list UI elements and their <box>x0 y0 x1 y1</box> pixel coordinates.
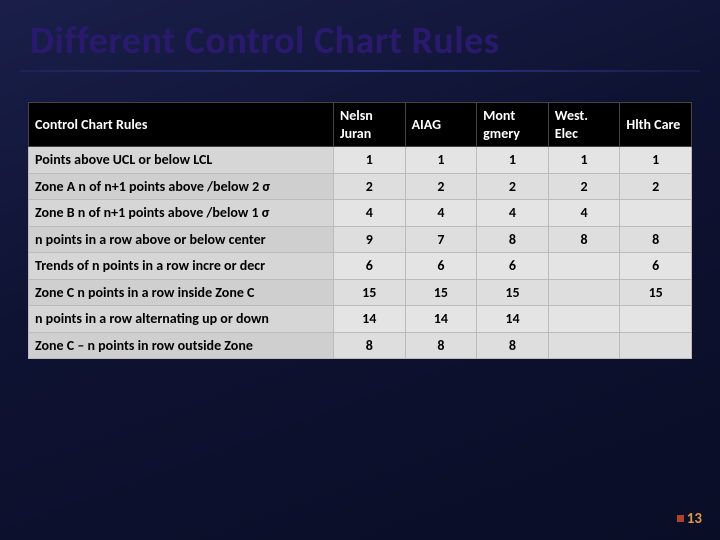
rule-value: 15 <box>620 279 692 306</box>
rule-value: 7 <box>405 226 477 253</box>
rule-value: 2 <box>548 173 620 200</box>
rule-value: 9 <box>333 226 405 253</box>
rule-label: Zone C n points in a row inside Zone C <box>29 279 334 306</box>
rule-label: n points in a row above or below center <box>29 226 334 253</box>
rule-value <box>548 253 620 280</box>
bullet-icon <box>677 515 684 522</box>
table-row: Zone B n of n+1 points above /below 1 σ4… <box>29 200 692 227</box>
rule-value: 14 <box>477 306 549 333</box>
table-row: Zone C n points in a row inside Zone C15… <box>29 279 692 306</box>
rule-value: 2 <box>333 173 405 200</box>
rule-value: 4 <box>548 200 620 227</box>
page-number-text: 13 <box>687 510 702 528</box>
header-col-4: Hlth Care <box>620 103 692 147</box>
rule-value: 14 <box>405 306 477 333</box>
rule-value: 8 <box>477 332 549 359</box>
table-row: Points above UCL or below LCL11111 <box>29 147 692 174</box>
rule-value: 4 <box>405 200 477 227</box>
rule-value <box>620 332 692 359</box>
table-row: Trends of n points in a row incre or dec… <box>29 253 692 280</box>
rule-value: 6 <box>620 253 692 280</box>
rule-value: 14 <box>333 306 405 333</box>
header-col-2: Mont gmery <box>477 103 549 147</box>
rule-label: Trends of n points in a row incre or dec… <box>29 253 334 280</box>
rule-value: 2 <box>405 173 477 200</box>
rules-table: Control Chart Rules Nelsn Juran AIAG Mon… <box>28 102 692 359</box>
rule-value: 8 <box>548 226 620 253</box>
rule-value: 8 <box>333 332 405 359</box>
table-row: Zone A n of n+1 points above /below 2 σ2… <box>29 173 692 200</box>
rule-label: Zone B n of n+1 points above /below 1 σ <box>29 200 334 227</box>
rule-value: 2 <box>620 173 692 200</box>
rule-value: 1 <box>548 147 620 174</box>
title-underline <box>20 70 700 72</box>
rule-value: 15 <box>333 279 405 306</box>
rule-value: 15 <box>477 279 549 306</box>
rule-value: 6 <box>477 253 549 280</box>
rules-table-container: Control Chart Rules Nelsn Juran AIAG Mon… <box>28 102 692 359</box>
rule-value: 1 <box>405 147 477 174</box>
rule-value: 15 <box>405 279 477 306</box>
rule-value: 4 <box>477 200 549 227</box>
rule-value <box>548 306 620 333</box>
rule-value <box>548 279 620 306</box>
rule-value: 6 <box>405 253 477 280</box>
rule-value: 8 <box>620 226 692 253</box>
table-header-row: Control Chart Rules Nelsn Juran AIAG Mon… <box>29 103 692 147</box>
rule-label: n points in a row alternating up or down <box>29 306 334 333</box>
table-row: n points in a row above or below center9… <box>29 226 692 253</box>
table-row: Zone C – n points in row outside Zone888 <box>29 332 692 359</box>
table-row: n points in a row alternating up or down… <box>29 306 692 333</box>
header-col-3: West. Elec <box>548 103 620 147</box>
header-col-1: AIAG <box>405 103 477 147</box>
rule-value: 2 <box>477 173 549 200</box>
header-rule: Control Chart Rules <box>29 103 334 147</box>
rule-value: 8 <box>405 332 477 359</box>
header-col-0: Nelsn Juran <box>333 103 405 147</box>
rule-value: 4 <box>333 200 405 227</box>
rule-value <box>548 332 620 359</box>
rule-label: Zone C – n points in row outside Zone <box>29 332 334 359</box>
rule-value: 8 <box>477 226 549 253</box>
rule-value: 1 <box>333 147 405 174</box>
rule-value <box>620 306 692 333</box>
rule-value: 1 <box>477 147 549 174</box>
rule-value: 1 <box>620 147 692 174</box>
rule-label: Points above UCL or below LCL <box>29 147 334 174</box>
table-body: Points above UCL or below LCL11111Zone A… <box>29 147 692 359</box>
rule-label: Zone A n of n+1 points above /below 2 σ <box>29 173 334 200</box>
rule-value <box>620 200 692 227</box>
rule-value: 6 <box>333 253 405 280</box>
page-number: 13 <box>677 510 702 528</box>
slide-title: Different Control Chart Rules <box>0 0 720 70</box>
